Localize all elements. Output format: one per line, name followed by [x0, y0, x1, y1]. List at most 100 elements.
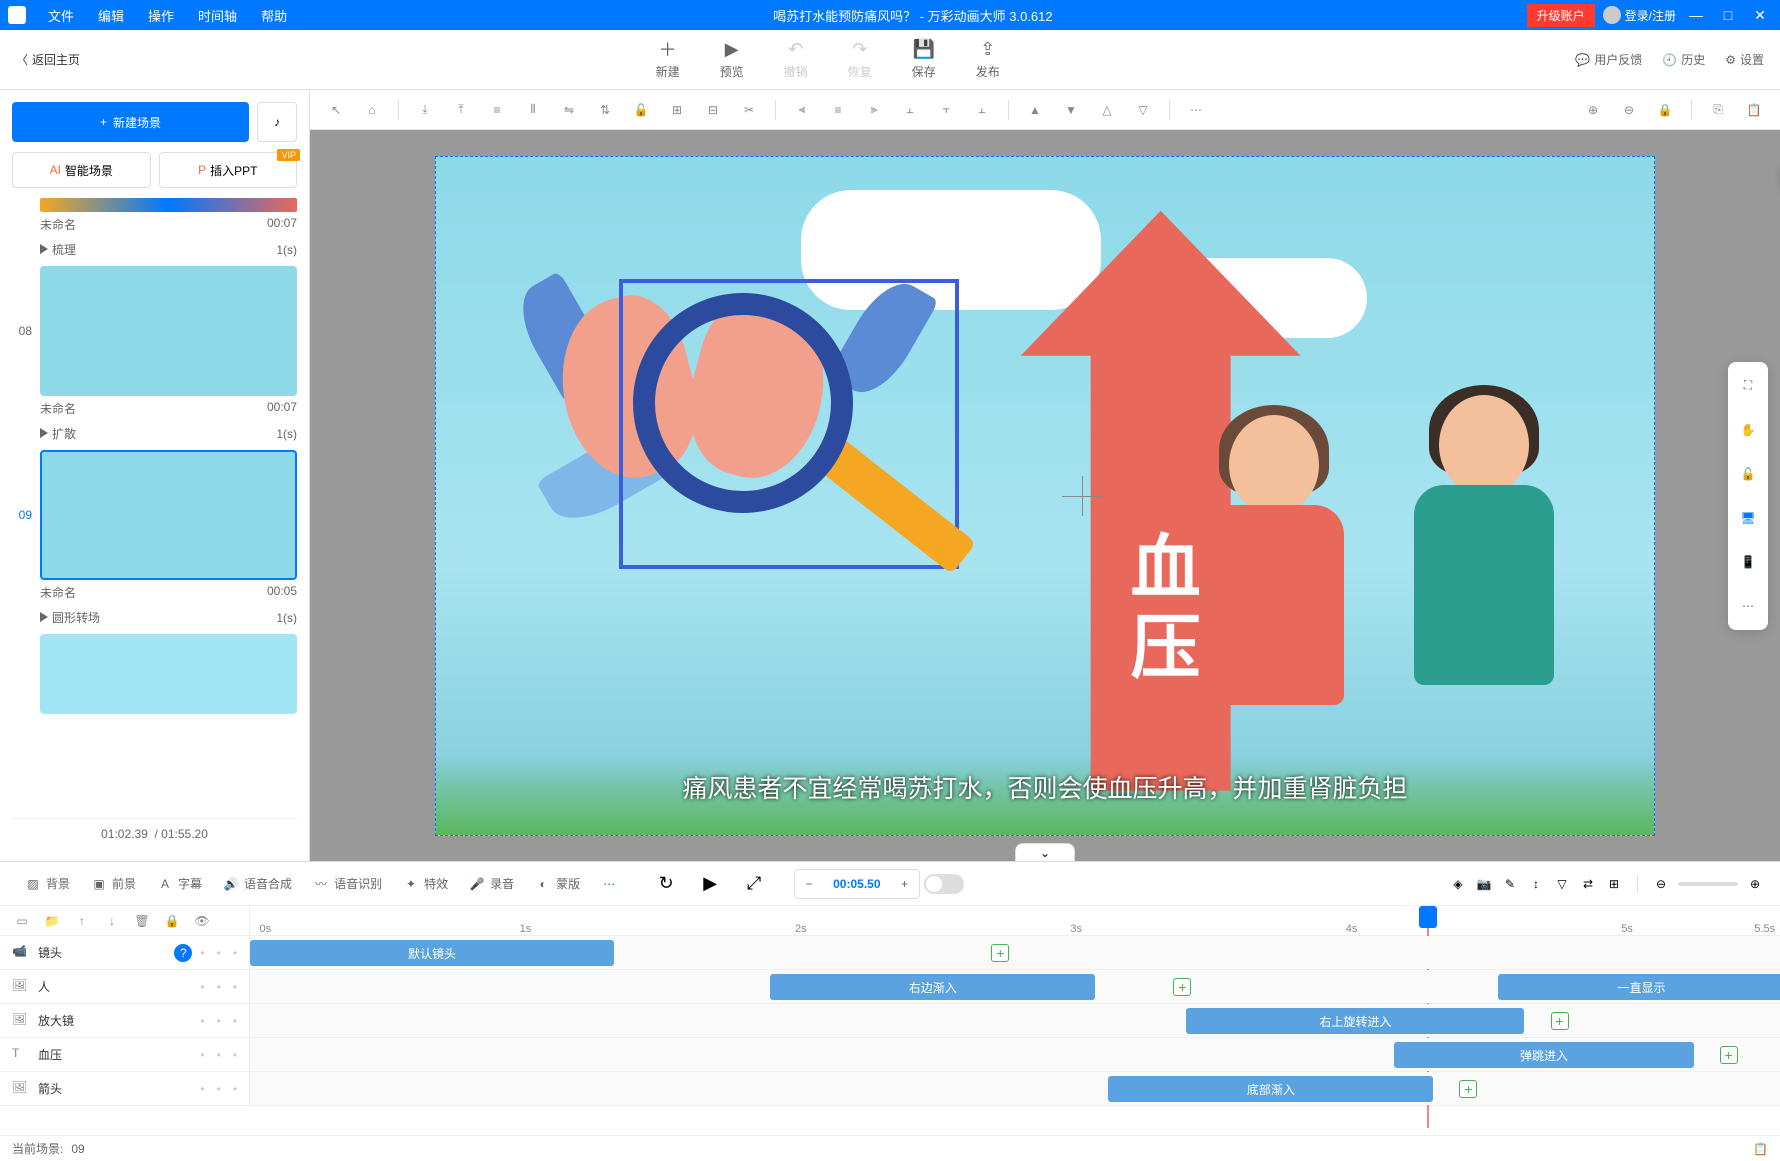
align-right-icon[interactable]: ⫸	[860, 96, 888, 124]
flip-v-icon[interactable]: ⇅	[591, 96, 619, 124]
timeline-clip[interactable]: 右边渐入	[770, 974, 1095, 1000]
desktop-view-tool[interactable]: 🖥	[1732, 502, 1764, 534]
upgrade-button[interactable]: 升级账户	[1527, 4, 1595, 27]
ai-scene-button[interactable]: AI智能场景	[12, 152, 151, 188]
menu-timeline[interactable]: 时间轴	[186, 6, 249, 25]
align-center-icon[interactable]: ≡	[824, 96, 852, 124]
fg-tool[interactable]: ▣前景	[82, 871, 144, 897]
snap-toggle[interactable]	[924, 874, 964, 894]
zoom-slider[interactable]	[1678, 882, 1738, 886]
canvas-viewport[interactable]: 血压 痛风患者不宜经常喝苏打水，否则会使血压升高，并加重肾脏负担	[310, 130, 1780, 861]
maximize-button[interactable]: □	[1716, 7, 1740, 23]
help-icon[interactable]: ?	[174, 944, 192, 962]
history-button[interactable]: 🕘历史	[1662, 51, 1705, 68]
playhead[interactable]	[1419, 906, 1437, 928]
crop-icon[interactable]: ✂	[735, 96, 763, 124]
add-keyframe-button[interactable]: +	[1459, 1080, 1477, 1098]
minimize-button[interactable]: —	[1684, 7, 1708, 23]
track-options[interactable]: •••	[200, 1014, 237, 1028]
menu-file[interactable]: 文件	[36, 6, 86, 25]
scene-item[interactable]: 未命名00:07 梳理1(s)	[12, 198, 297, 262]
keyframe-icon[interactable]: ◈	[1449, 875, 1467, 893]
track-lane[interactable]: 默认镜头+	[250, 936, 1780, 969]
track-lane[interactable]: 右上旋转进入一直显示+	[250, 1004, 1780, 1037]
fx-tool[interactable]: ✦特效	[394, 871, 456, 897]
collapse-panel-button[interactable]: ⌄	[1015, 843, 1075, 861]
mobile-view-tool[interactable]: 📱	[1732, 546, 1764, 578]
copy-icon[interactable]: ⎘	[1704, 96, 1732, 124]
expand-button[interactable]: ⤢	[738, 868, 770, 900]
menu-help[interactable]: 帮助	[249, 6, 299, 25]
zoom-out-icon[interactable]: ⊖	[1615, 96, 1643, 124]
more-icon[interactable]: ⋯	[1182, 96, 1210, 124]
add-track-icon[interactable]: ▭	[12, 911, 32, 931]
track-lane[interactable]: 底部渐入一直显示+	[250, 1072, 1780, 1105]
lock-all-icon[interactable]: 🔒	[162, 911, 182, 931]
lock-view-icon[interactable]: 🔒	[1651, 96, 1679, 124]
ungroup-icon[interactable]: ⊟	[699, 96, 727, 124]
align-top-icon[interactable]: ⤒	[447, 96, 475, 124]
cursor-tool[interactable]: ↖	[322, 96, 350, 124]
new-button[interactable]: ＋新建	[656, 39, 680, 80]
align-bottom2-icon[interactable]: ⫠	[968, 96, 996, 124]
align-top2-icon[interactable]: ⫠	[896, 96, 924, 124]
timeline-clip[interactable]: 底部渐入	[1108, 1076, 1433, 1102]
backward-icon[interactable]: ▽	[1129, 96, 1157, 124]
more-tool[interactable]: ⋯	[592, 871, 626, 897]
flip-h-icon[interactable]: ⇋	[555, 96, 583, 124]
forward-icon[interactable]: △	[1093, 96, 1121, 124]
scene-item[interactable]: 09 未命名00:05 圆形转场1(s)	[12, 450, 297, 630]
distribute-v-icon[interactable]: ≡	[483, 96, 511, 124]
timeline-clip[interactable]: 右上旋转进入	[1186, 1008, 1524, 1034]
timeline-clip[interactable]: 弹跳进入	[1394, 1042, 1693, 1068]
home-tool[interactable]: ⌂	[358, 96, 386, 124]
menu-edit[interactable]: 编辑	[86, 6, 136, 25]
send-back-icon[interactable]: ▼	[1057, 96, 1085, 124]
add-keyframe-button[interactable]: +	[991, 944, 1009, 962]
subtitle-text[interactable]: 痛风患者不宜经常喝苏打水，否则会使血压升高，并加重肾脏负担	[682, 769, 1407, 805]
save-button[interactable]: 💾保存	[912, 39, 936, 80]
track-name[interactable]: 血压	[38, 1046, 192, 1063]
feedback-button[interactable]: 💬用户反馈	[1575, 51, 1642, 68]
zoom-in-icon[interactable]: ⊕	[1579, 96, 1607, 124]
bgm-button[interactable]: ♪	[257, 102, 297, 142]
scene-thumbnail[interactable]	[40, 634, 297, 714]
close-button[interactable]: ✕	[1748, 7, 1772, 24]
record-tool[interactable]: 🎤录音	[460, 871, 522, 897]
grid-icon[interactable]: ⊞	[1605, 875, 1623, 893]
more-tool[interactable]: ⋯	[1732, 590, 1764, 622]
back-home-button[interactable]: 〈 返回主页	[16, 51, 80, 68]
preview-button[interactable]: ▶预览	[720, 39, 744, 80]
track-options[interactable]: •••	[200, 1048, 237, 1062]
rewind-button[interactable]: ↻	[650, 868, 682, 900]
lock-icon[interactable]: 🔓	[627, 96, 655, 124]
track-name[interactable]: 箭头	[38, 1080, 192, 1097]
track-options[interactable]: •••	[200, 1082, 237, 1096]
play-button[interactable]: ▶	[694, 868, 726, 900]
sort-icon[interactable]: ↕	[1527, 875, 1545, 893]
add-keyframe-button[interactable]: +	[1173, 978, 1191, 996]
sort-asc-icon[interactable]: ↑	[72, 911, 92, 931]
time-plus-button[interactable]: +	[891, 870, 919, 898]
zoom-in-tl-icon[interactable]: ⊕	[1746, 875, 1764, 893]
subtitle-tool[interactable]: A字幕	[148, 871, 210, 897]
add-keyframe-button[interactable]: +	[1551, 1012, 1569, 1030]
track-options[interactable]: •••	[200, 946, 237, 960]
fullscreen-tool[interactable]: ⛶	[1732, 370, 1764, 402]
time-minus-button[interactable]: −	[795, 870, 823, 898]
login-button[interactable]: 登录/注册	[1603, 6, 1676, 24]
zoom-out-tl-icon[interactable]: ⊖	[1652, 875, 1670, 893]
align-bottom-icon[interactable]: ⤓	[411, 96, 439, 124]
settings-button[interactable]: ⚙设置	[1725, 51, 1764, 68]
track-options[interactable]: •••	[200, 980, 237, 994]
time-input[interactable]: − 00:05.50 +	[794, 869, 919, 899]
new-scene-button[interactable]: +新建场景	[12, 102, 249, 142]
edit-icon[interactable]: ✎	[1501, 875, 1519, 893]
folder-icon[interactable]: 📁	[42, 911, 62, 931]
bring-front-icon[interactable]: ▲	[1021, 96, 1049, 124]
distribute-h-icon[interactable]: ⫴	[519, 96, 547, 124]
add-keyframe-button[interactable]: +	[1720, 1046, 1738, 1064]
unlock-tool[interactable]: 🔓	[1732, 458, 1764, 490]
menu-action[interactable]: 操作	[136, 6, 186, 25]
mask-tool[interactable]: ◐蒙版	[526, 871, 588, 897]
